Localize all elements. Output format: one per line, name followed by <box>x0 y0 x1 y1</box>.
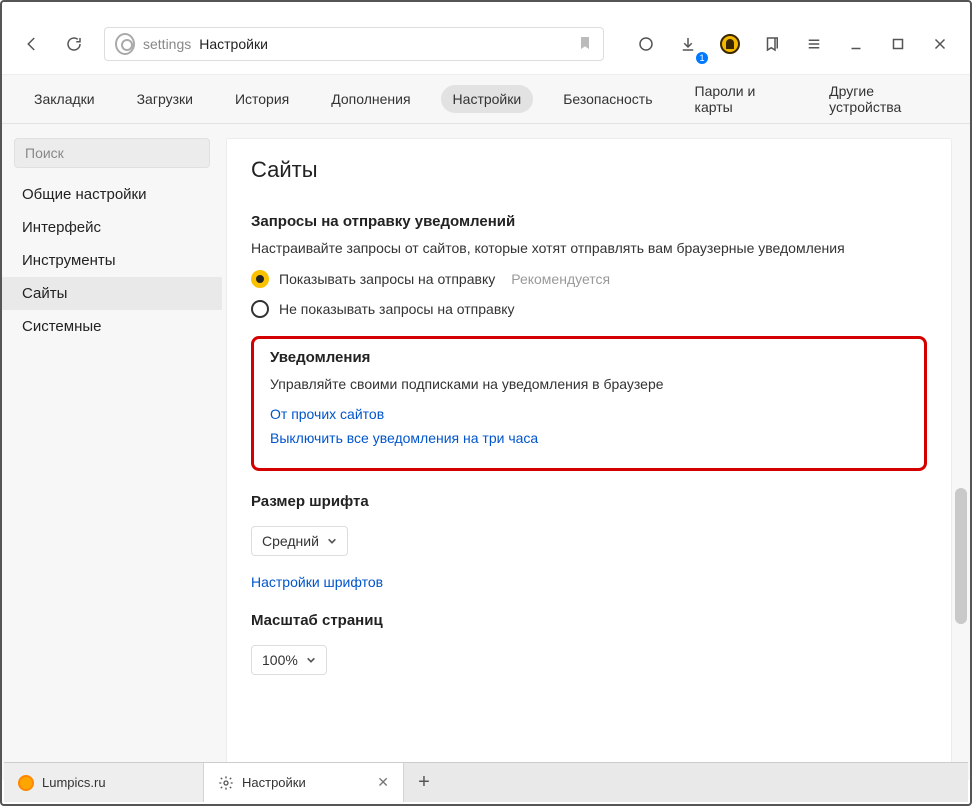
scrollbar[interactable] <box>955 488 967 624</box>
new-tab-button[interactable]: + <box>404 763 444 802</box>
sidebar-item-system[interactable]: Системные <box>2 310 222 343</box>
address-host: settings <box>143 36 191 52</box>
link-other-sites[interactable]: От прочих сайтов <box>270 406 908 422</box>
alice-icon[interactable] <box>628 26 664 62</box>
chevron-down-icon <box>306 655 316 665</box>
browser-tabstrip: Lumpics.ru Настройки ✕ + <box>4 762 968 802</box>
radio-show-requests[interactable]: Показывать запросы на отправку Рекоменду… <box>251 270 927 288</box>
window-close-icon[interactable] <box>922 26 958 62</box>
radio-hint: Рекомендуется <box>511 271 610 287</box>
site-logo-icon <box>115 34 135 54</box>
select-value: Средний <box>262 533 319 549</box>
content-panel: Сайты Запросы на отправку уведомлений На… <box>226 138 952 794</box>
tab-devices[interactable]: Другие устройства <box>817 77 950 121</box>
sidebar: Поиск Общие настройки Интерфейс Инструме… <box>2 124 222 780</box>
extension-icon[interactable] <box>712 26 748 62</box>
window-minimize-icon[interactable] <box>838 26 874 62</box>
browser-tab-lumpics[interactable]: Lumpics.ru <box>4 763 204 802</box>
window-maximize-icon[interactable] <box>880 26 916 62</box>
sidebar-item-tools[interactable]: Инструменты <box>2 244 222 277</box>
tab-security[interactable]: Безопасность <box>551 85 664 113</box>
bookmark-icon[interactable] <box>577 35 593 54</box>
link-disable-3h[interactable]: Выключить все уведомления на три часа <box>270 430 908 446</box>
tab-passwords[interactable]: Пароли и карты <box>683 77 800 121</box>
browser-tab-settings[interactable]: Настройки ✕ <box>204 763 404 802</box>
back-button[interactable] <box>14 26 50 62</box>
radio-label: Показывать запросы на отправку <box>279 271 495 287</box>
tab-history[interactable]: История <box>223 85 301 113</box>
sidebar-item-interface[interactable]: Интерфейс <box>2 211 222 244</box>
tab-downloads[interactable]: Загрузки <box>125 85 205 113</box>
sidebar-item-general[interactable]: Общие настройки <box>2 178 222 211</box>
select-value: 100% <box>262 652 298 668</box>
tab-bookmarks[interactable]: Закладки <box>22 85 107 113</box>
tab-label: Lumpics.ru <box>42 775 106 790</box>
notifications-section-highlight: Уведомления Управляйте своими подписками… <box>251 336 927 471</box>
chevron-down-icon <box>327 536 337 546</box>
section-notifications-desc: Управляйте своими подписками на уведомле… <box>270 376 908 392</box>
search-input[interactable]: Поиск <box>14 138 210 168</box>
downloads-button[interactable]: 1 <box>670 26 706 62</box>
downloads-badge: 1 <box>696 52 708 64</box>
close-icon[interactable]: ✕ <box>377 774 389 791</box>
address-bar[interactable]: settings Настройки <box>104 27 604 61</box>
gear-icon <box>218 775 234 791</box>
main-area: Поиск Общие настройки Интерфейс Инструме… <box>2 124 970 780</box>
section-font-title: Размер шрифта <box>251 493 927 510</box>
collections-icon[interactable] <box>754 26 790 62</box>
radio-hide-requests[interactable]: Не показывать запросы на отправку <box>251 300 927 318</box>
radio-icon <box>251 300 269 318</box>
settings-nav: Закладки Загрузки История Дополнения Нас… <box>2 74 970 124</box>
tab-addons[interactable]: Дополнения <box>319 85 422 113</box>
browser-toolbar: settings Настройки 1 <box>2 20 970 68</box>
reload-button[interactable] <box>56 26 92 62</box>
font-size-select[interactable]: Средний <box>251 526 348 556</box>
search-placeholder: Поиск <box>25 145 64 161</box>
section-scale-title: Масштаб страниц <box>251 612 927 629</box>
radio-label: Не показывать запросы на отправку <box>279 301 515 317</box>
address-title: Настройки <box>199 36 268 52</box>
tab-label: Настройки <box>242 775 306 790</box>
radio-icon <box>251 270 269 288</box>
menu-icon[interactable] <box>796 26 832 62</box>
page-title: Сайты <box>251 157 927 183</box>
favicon-icon <box>18 775 34 791</box>
section-requests-title: Запросы на отправку уведомлений <box>251 213 927 230</box>
sidebar-item-sites[interactable]: Сайты <box>2 277 222 310</box>
page-scale-select[interactable]: 100% <box>251 645 327 675</box>
link-font-settings[interactable]: Настройки шрифтов <box>251 574 927 590</box>
section-requests-desc: Настраивайте запросы от сайтов, которые … <box>251 240 927 256</box>
section-notifications-title: Уведомления <box>270 349 908 366</box>
tab-settings[interactable]: Настройки <box>441 85 534 113</box>
